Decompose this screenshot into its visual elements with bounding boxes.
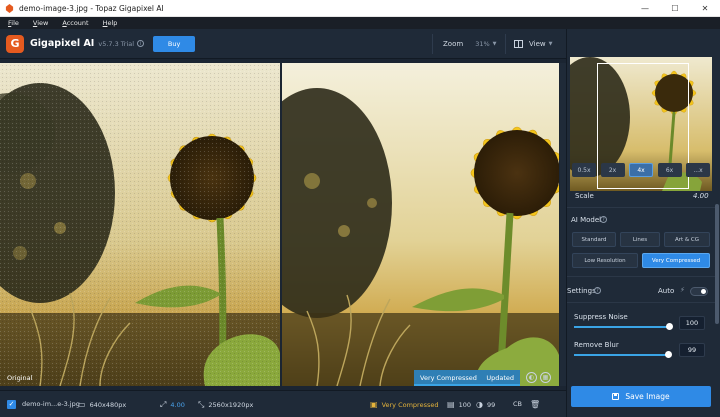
app-header: G Gigapixel AI v5.7.3 Trial i Buy Zoom 3… [0, 29, 566, 59]
window-title: demo-image-3.jpg - Topaz Gigapixel AI [19, 3, 164, 13]
model-lines-button[interactable]: Lines [620, 232, 660, 247]
color-profile: CB [513, 400, 522, 408]
remove-blur-input[interactable]: 99 [679, 343, 705, 357]
menu-file[interactable]: File [8, 19, 19, 27]
suppress-noise-slider[interactable] [574, 323, 673, 330]
model-very-compressed-button[interactable]: Very Compressed [642, 253, 710, 268]
remove-blur-slider[interactable] [574, 351, 672, 358]
zoom-control[interactable]: Zoom 31% ▼ [432, 34, 502, 54]
suppress-noise-label: Suppress Noise [574, 313, 628, 321]
divider [567, 207, 715, 208]
app-icon [5, 3, 14, 13]
suppress-noise-input[interactable]: 100 [679, 316, 705, 330]
divider [567, 276, 715, 277]
save-icon [612, 393, 620, 400]
enhanced-preview[interactable] [282, 63, 559, 386]
minimize-button[interactable]: — [630, 0, 660, 17]
settings-panel: 0.5x 2x 4x 6x ...x Scale 4.00 AI Model ?… [566, 29, 720, 417]
input-size: 640x480px [89, 400, 127, 409]
menu-account[interactable]: Account [62, 19, 88, 27]
grid-icon[interactable]: ▦ [540, 372, 551, 383]
model-standard-button[interactable]: Standard [572, 232, 616, 247]
divider [567, 302, 715, 303]
info-icon[interactable]: ? [594, 287, 601, 294]
quality-readout: 100 [458, 400, 471, 409]
scale-option-custom[interactable]: ...x [686, 163, 710, 177]
compare-icon[interactable]: ◐ [526, 372, 537, 383]
slider-handle[interactable] [665, 351, 672, 358]
app-brand: Gigapixel AI [30, 38, 95, 49]
auto-toggle[interactable] [690, 287, 708, 296]
menu-view[interactable]: View [33, 19, 48, 27]
zoom-value: 31% [475, 40, 490, 48]
original-preview[interactable]: Original [0, 63, 280, 386]
comparison-badge: Very Compressed Updated [414, 370, 520, 385]
auto-label: Auto [658, 287, 675, 295]
noise-readout: 99 [486, 400, 496, 409]
comparison-model: Very Compressed [420, 373, 477, 382]
zoom-label: Zoom [443, 40, 464, 48]
split-view-icon [514, 40, 523, 48]
gigapixel-logo-icon: G [6, 34, 24, 53]
output-size-icon: ⤡ [198, 400, 205, 409]
scale-option-2x[interactable]: 2x [600, 163, 625, 177]
ai-model-label: AI Model [571, 216, 602, 224]
lightning-icon: ⚡ [680, 286, 685, 294]
slider-handle[interactable] [666, 323, 673, 330]
info-icon[interactable]: ? [600, 216, 607, 223]
scale-option-6x[interactable]: 6x [657, 163, 682, 177]
buy-button[interactable]: Buy [153, 35, 196, 52]
view-label: View [529, 40, 546, 48]
info-icon[interactable]: i [137, 40, 145, 47]
file-checkbox[interactable]: ✓ [7, 399, 16, 409]
scale-option-4x[interactable]: 4x [629, 163, 653, 177]
window-titlebar: demo-image-3.jpg - Topaz Gigapixel AI — … [0, 0, 720, 17]
scale-value: 4.00 [693, 192, 709, 200]
scale-options: 0.5x 2x 4x 6x ...x [570, 163, 712, 179]
panel-scrollbar-thumb[interactable] [715, 204, 719, 324]
toggle-knob [701, 289, 706, 294]
model-low-resolution-button[interactable]: Low Resolution [572, 253, 638, 268]
slider-fill [574, 326, 670, 328]
enhanced-image [282, 63, 559, 386]
scale-option-0-5x[interactable]: 0.5x [572, 163, 596, 177]
slider-fill [574, 354, 670, 356]
scale-readout: 4.00 [170, 401, 185, 409]
quality-icon: ▤ [447, 400, 455, 409]
output-size: 2560x1920px [208, 401, 254, 409]
close-button[interactable]: ✕ [690, 0, 720, 17]
file-name: demo-im...e-3.jpg [22, 400, 80, 408]
app-version: v5.7.3 Trial [98, 39, 135, 48]
chevron-down-icon: ▼ [548, 41, 553, 47]
comparison-status: Updated [486, 373, 514, 382]
original-image [0, 63, 280, 386]
trash-icon[interactable]: 🗑 [530, 400, 540, 409]
status-bar: ✓ demo-im...e-3.jpg ▭ 640x480px ⤢ 4.00 ⤡… [0, 390, 566, 417]
remove-blur-label: Remove Blur [574, 341, 619, 349]
view-control[interactable]: View ▼ [505, 34, 563, 54]
comparison-progress [414, 384, 520, 386]
save-image-label: Save Image [625, 392, 670, 401]
save-image-button[interactable]: Save Image [571, 386, 711, 407]
scale-icon: ⤢ [160, 400, 167, 409]
image-size-icon: ▭ [78, 400, 86, 409]
noise-icon: ◑ [476, 400, 483, 409]
window-controls: — ☐ ✕ [630, 0, 720, 17]
model-readout: Very Compressed [381, 400, 439, 409]
menu-help[interactable]: Help [103, 19, 118, 27]
model-icon: ▣ [370, 400, 378, 409]
maximize-button[interactable]: ☐ [660, 0, 690, 17]
scale-label: Scale [575, 192, 594, 200]
menu-bar: File View Account Help [0, 17, 720, 29]
chevron-down-icon: ▼ [492, 41, 497, 47]
settings-label: Settings [567, 287, 596, 295]
original-label: Original [7, 374, 33, 382]
model-art-cg-button[interactable]: Art & CG [664, 232, 710, 247]
